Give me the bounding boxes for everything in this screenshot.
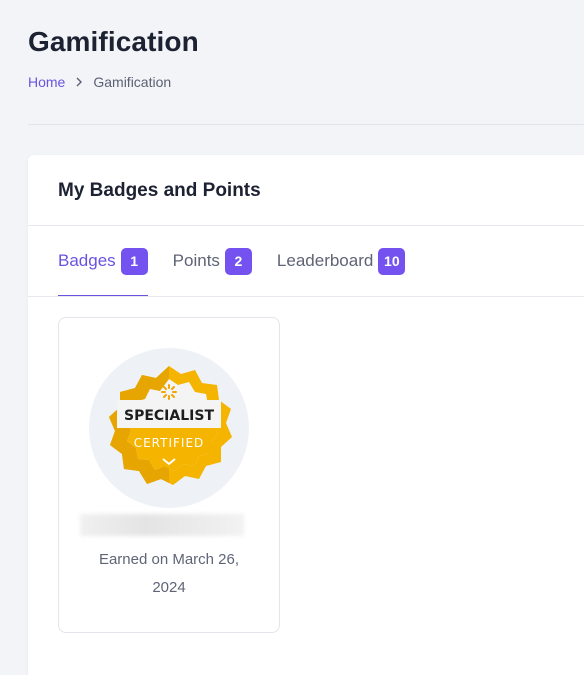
badge-card[interactable]: SPECIALIST CERTIFIED Earned on March 26,… — [58, 317, 280, 633]
tab-points[interactable]: Points 2 — [173, 226, 252, 296]
breadcrumb: Home Gamification — [28, 74, 171, 90]
badge-bottom-text: CERTIFIED — [134, 436, 205, 450]
tab-leaderboard[interactable]: Leaderboard 10 — [276, 226, 406, 296]
tab-badges[interactable]: Badges 1 — [58, 226, 148, 297]
badges-points-card: My Badges and Points Badges 1 Points 2 L… — [28, 155, 584, 675]
badge-earned-date: Earned on March 26, 2024 — [98, 551, 240, 596]
tab-badges-count: 1 — [120, 247, 148, 275]
badge-name-blurred — [80, 514, 244, 536]
tab-bar: Badges 1 Points 2 Leaderboard 10 — [58, 226, 430, 297]
tab-points-count: 2 — [224, 247, 252, 275]
specialist-badge-icon: SPECIALIST CERTIFIED — [109, 366, 232, 485]
badge-image: SPECIALIST CERTIFIED — [89, 348, 249, 508]
breadcrumb-home-link[interactable]: Home — [28, 74, 65, 90]
card-title: My Badges and Points — [58, 180, 261, 201]
tab-points-label: Points — [172, 251, 220, 270]
tab-badges-label: Badges — [58, 251, 116, 270]
header-divider — [28, 124, 584, 125]
breadcrumb-current: Gamification — [93, 74, 172, 90]
tabs-divider — [28, 296, 584, 297]
chevron-right-icon — [75, 77, 83, 87]
badge-top-text: SPECIALIST — [124, 408, 214, 424]
tab-leaderboard-count: 10 — [378, 247, 406, 275]
tab-leaderboard-label: Leaderboard — [276, 251, 374, 270]
page-title: Gamification — [28, 26, 199, 57]
